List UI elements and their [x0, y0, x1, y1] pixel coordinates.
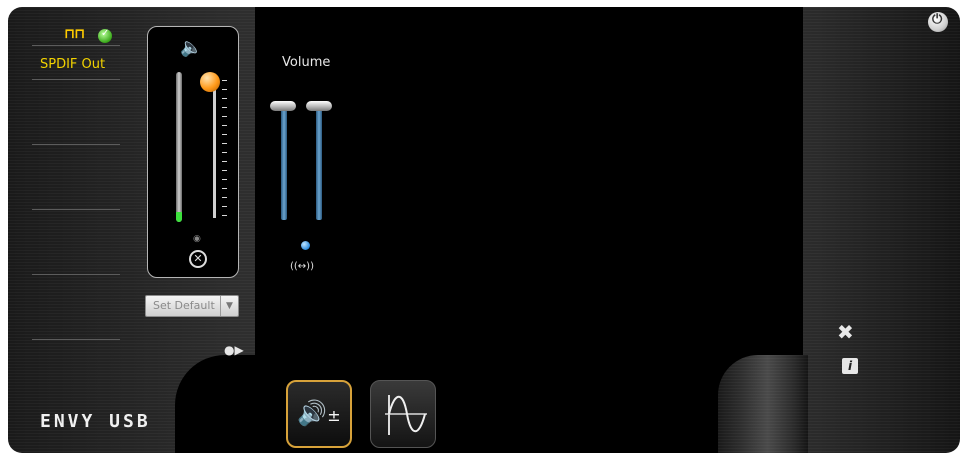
- slider-tick: [222, 197, 227, 198]
- digital-signal-icon: ⊓⊓: [64, 26, 85, 42]
- slider-tick: [222, 125, 227, 126]
- chevron-down-icon[interactable]: ▼: [220, 296, 238, 316]
- slider-tick: [222, 116, 227, 117]
- slider-tick: [222, 188, 227, 189]
- slider-tick: [222, 161, 227, 162]
- channel-link-icon: ((↔)): [290, 261, 314, 272]
- volume-right-channel-track[interactable]: [316, 108, 322, 220]
- slider-tick: [222, 134, 227, 135]
- slider-tick: [222, 89, 227, 90]
- slider-tick: [222, 80, 227, 81]
- slider-tick: [222, 206, 227, 207]
- level-meter: [176, 72, 182, 222]
- slider-tick: [222, 98, 227, 99]
- info-icon[interactable]: i: [842, 358, 858, 374]
- expand-arrow-button[interactable]: ●▶: [224, 343, 244, 357]
- mute-indicator-icon: ◉: [193, 234, 201, 244]
- slider-tick: [222, 143, 227, 144]
- channel-link-toggle[interactable]: [301, 241, 310, 250]
- set-default-label: Set Default: [153, 299, 215, 312]
- mute-button[interactable]: ✕: [189, 250, 207, 268]
- power-icon: ⏻: [932, 12, 943, 27]
- tab-strip-area: [175, 355, 805, 453]
- ok-check-icon: ✓: [98, 28, 112, 43]
- volume-left-channel-track[interactable]: [281, 108, 287, 220]
- power-button[interactable]: ⏻: [928, 12, 948, 32]
- speaker-icon: 🔈: [180, 37, 203, 58]
- level-meter-fill: [176, 212, 182, 222]
- settings-tools-icon[interactable]: ✖: [837, 320, 854, 344]
- master-volume-slider-track[interactable]: [213, 80, 216, 218]
- tab-equalizer[interactable]: [370, 380, 436, 448]
- set-default-dropdown[interactable]: Set Default ▼: [145, 295, 239, 317]
- slider-tick: [222, 107, 227, 108]
- speaker-plus-minus-icon: 🔊±: [297, 399, 341, 427]
- tab-volume[interactable]: 🔊±: [286, 380, 352, 448]
- slider-tick: [222, 179, 227, 180]
- master-volume-slider-knob[interactable]: [200, 72, 220, 92]
- volume-label: Volume: [282, 55, 331, 70]
- slider-tick: [222, 170, 227, 171]
- slider-tick: [222, 215, 227, 216]
- volume-right-channel-knob[interactable]: [306, 101, 332, 111]
- waveform-icon: [385, 395, 427, 435]
- device-name[interactable]: SPDIF Out: [40, 57, 105, 72]
- brand-logo: ENVY USB: [40, 411, 151, 432]
- volume-left-channel-knob[interactable]: [270, 101, 296, 111]
- right-frame-curve: [718, 355, 808, 453]
- slider-tick: [222, 152, 227, 153]
- mixer-content-area: [255, 7, 803, 362]
